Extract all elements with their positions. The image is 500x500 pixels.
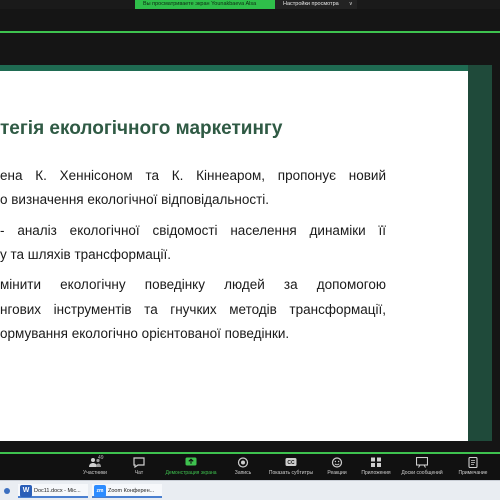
zoom-icon: zm xyxy=(94,485,106,497)
whiteboard-label: Доски сообщений xyxy=(401,470,443,476)
meeting-toolbar: 49 Участники Чат Демонстрация экрана Зап… xyxy=(0,454,500,480)
reactions-button[interactable]: Реакции xyxy=(324,457,350,476)
taskbar-item-label: Doc11.docx - Mic... xyxy=(34,488,81,494)
slide-text-line: ена К. Хеннісоном та К. Кіннеаром, пропо… xyxy=(0,168,386,183)
slide-text-line: нгових інструментів та гнучких методів т… xyxy=(0,302,386,317)
apps-label: Приложения xyxy=(361,470,391,476)
reactions-label: Реакции xyxy=(327,470,347,476)
slide-text-line: - аналіз екологічної свідомості населенн… xyxy=(0,223,386,238)
svg-text:CC: CC xyxy=(287,460,295,466)
share-screen-button[interactable]: Демонстрация экрана xyxy=(160,457,222,476)
chat-button[interactable]: Чат xyxy=(128,457,150,476)
view-settings-label: Настройки просмотра xyxy=(283,1,339,7)
word-icon: W xyxy=(20,485,32,497)
subtitles-label: Показать субтитры xyxy=(268,470,314,476)
whiteboard-button[interactable]: Доски сообщений xyxy=(397,457,447,476)
view-settings-button[interactable]: Настройки просмотра v xyxy=(275,0,357,9)
slide-text-line: у та шляхів трансформації. xyxy=(0,247,172,262)
slide-text-line: о визначення екологічної відповідальност… xyxy=(0,192,270,207)
share-banner: Вы просматриваете экран Younakbaeva Alsa… xyxy=(0,0,500,9)
notes-button[interactable]: Примечание xyxy=(455,457,491,476)
subtitles-button[interactable]: CC Показать субтитры xyxy=(265,457,317,476)
taskbar-item-label: Zoom Конферен... xyxy=(108,488,155,494)
slide-side-bar xyxy=(468,65,492,441)
chat-label: Чат xyxy=(134,470,144,476)
slide-text-line: мінити екологічну поведінку людей за доп… xyxy=(0,277,386,292)
windows-taskbar: W Doc11.docx - Mic... zm Zoom Конферен..… xyxy=(0,480,500,500)
slide-text-line: ормування екологічно орієнтованої поведі… xyxy=(0,326,290,341)
slide-title: тегія екологічного маркетингу xyxy=(0,118,283,139)
notes-icon xyxy=(468,457,478,468)
participants-button[interactable]: Участники xyxy=(80,457,110,476)
taskbar-item-zoom[interactable]: zm Zoom Конферен... xyxy=(92,484,162,498)
chat-icon xyxy=(133,457,145,468)
taskbar-item-word[interactable]: W Doc11.docx - Mic... xyxy=(18,484,88,498)
share-status-label: Вы просматриваете экран Younakbaeva Alsa xyxy=(135,0,275,9)
slide-top-band xyxy=(0,65,470,71)
record-icon xyxy=(237,457,249,468)
chevron-down-icon: v xyxy=(349,1,353,7)
whiteboard-icon xyxy=(416,457,428,468)
presentation-slide: тегія екологічного маркетингу ена К. Хен… xyxy=(0,65,492,441)
record-label: Запись xyxy=(234,470,252,476)
cc-icon: CC xyxy=(285,458,297,466)
participants-icon xyxy=(89,458,101,467)
record-button[interactable]: Запись xyxy=(231,457,255,476)
share-screen-icon xyxy=(185,457,197,466)
notes-label: Примечание xyxy=(458,470,488,476)
apps-icon xyxy=(371,457,381,467)
start-icon[interactable] xyxy=(4,488,10,494)
apps-button[interactable]: Приложения xyxy=(360,457,392,476)
participants-label: Участники xyxy=(83,470,107,476)
share-screen-label: Демонстрация экрана xyxy=(165,470,217,476)
reactions-icon xyxy=(331,457,343,468)
